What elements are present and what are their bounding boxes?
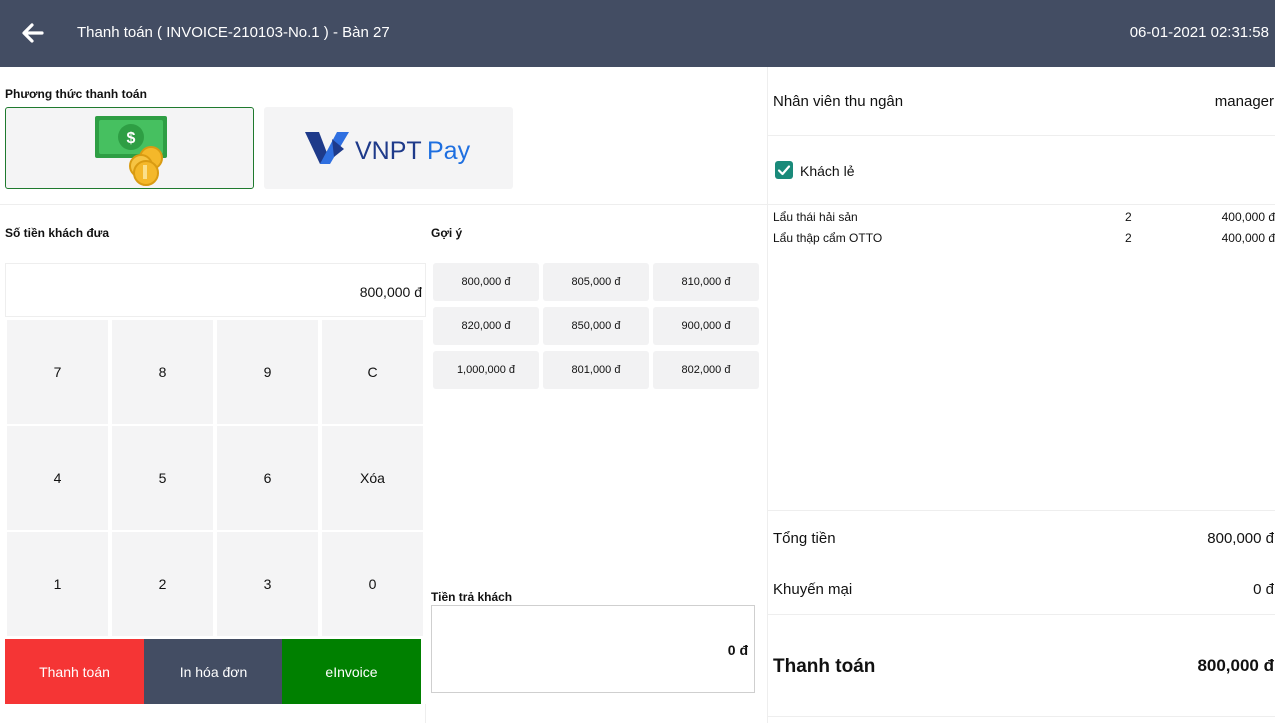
key-1[interactable]: 1: [7, 532, 108, 636]
divider: [0, 204, 767, 205]
cashier-value: manager: [1214, 93, 1274, 110]
suggestion-button[interactable]: 801,000 đ: [543, 351, 649, 389]
item-name: Lẩu thái hải sản: [773, 210, 858, 224]
amount-given-field[interactable]: 800,000 đ: [5, 263, 426, 317]
suggestion-button[interactable]: 802,000 đ: [653, 351, 759, 389]
item-qty: 2: [1125, 231, 1132, 245]
vnptpay-method-card[interactable]: VNPT Pay: [264, 107, 513, 189]
print-invoice-button[interactable]: In hóa đơn: [144, 639, 283, 704]
suggestion-button[interactable]: 800,000 đ: [433, 263, 539, 301]
suggestions-label: Gợi ý: [431, 226, 463, 240]
check-icon: [777, 165, 791, 176]
total-value: 800,000 đ: [1207, 530, 1274, 547]
divider: [425, 704, 426, 723]
suggestion-button[interactable]: 820,000 đ: [433, 307, 539, 345]
payment-panel: Phương thức thanh toán $ VNPT Pay Số tiề…: [0, 67, 767, 723]
key-7[interactable]: 7: [7, 320, 108, 424]
pay-button[interactable]: Thanh toán: [5, 639, 144, 704]
change-value: 0 đ: [727, 642, 748, 658]
list-item: Lẩu thập cẩm OTTO 2 400,000 đ: [773, 231, 1275, 249]
list-item: Lẩu thái hải sản 2 400,000 đ: [773, 210, 1275, 228]
suggestion-button[interactable]: 900,000 đ: [653, 307, 759, 345]
cashier-label: Nhân viên thu ngân: [773, 93, 904, 110]
item-name: Lẩu thập cẩm OTTO: [773, 231, 883, 245]
divider: [768, 614, 1275, 615]
walkin-customer-label: Khách lẻ: [800, 163, 855, 179]
vnptpay-logo-icon: VNPT Pay: [305, 132, 471, 165]
datetime-display: 06-01-2021 02:31:58: [1129, 24, 1269, 41]
key-9[interactable]: 9: [217, 320, 318, 424]
arrow-left-icon: [22, 23, 44, 43]
key-clear[interactable]: C: [322, 320, 423, 424]
amount-given-label: Số tiền khách đưa: [5, 226, 110, 240]
einvoice-button[interactable]: eInvoice: [282, 639, 421, 704]
item-price: 400,000 đ: [1221, 231, 1275, 245]
key-8[interactable]: 8: [112, 320, 213, 424]
order-summary-panel: Nhân viên thu ngân manager Khách lẻ Lẩu …: [767, 67, 1275, 723]
suggestion-button[interactable]: 850,000 đ: [543, 307, 649, 345]
discount-label: Khuyến mại: [773, 581, 853, 598]
key-3[interactable]: 3: [217, 532, 318, 636]
key-0[interactable]: 0: [322, 532, 423, 636]
discount-value: 0 đ: [1253, 581, 1274, 598]
key-5[interactable]: 5: [112, 426, 213, 530]
svg-text:$: $: [127, 130, 136, 147]
suggestion-button[interactable]: 805,000 đ: [543, 263, 649, 301]
item-qty: 2: [1125, 210, 1132, 224]
page-title: Thanh toán ( INVOICE-210103-No.1 ) - Bàn…: [77, 24, 390, 41]
item-price: 400,000 đ: [1221, 210, 1275, 224]
key-delete[interactable]: Xóa: [322, 426, 423, 530]
cash-money-icon: $: [95, 116, 167, 186]
payment-method-label: Phương thức thanh toán: [5, 87, 147, 101]
header-bar: Thanh toán ( INVOICE-210103-No.1 ) - Bàn…: [0, 0, 1275, 67]
cash-method-card[interactable]: $: [5, 107, 254, 189]
divider: [768, 510, 1275, 511]
pay-logo-text: Pay: [427, 137, 471, 165]
suggestion-button[interactable]: 810,000 đ: [653, 263, 759, 301]
grand-total-label: Thanh toán: [773, 656, 876, 677]
divider: [768, 716, 1275, 717]
key-2[interactable]: 2: [112, 532, 213, 636]
suggestion-button[interactable]: 1,000,000 đ: [433, 351, 539, 389]
change-label: Tiền trả khách: [431, 590, 513, 604]
total-label: Tổng tiền: [773, 530, 836, 547]
amount-given-value: 800,000 đ: [359, 284, 422, 300]
key-6[interactable]: 6: [217, 426, 318, 530]
change-field: 0 đ: [431, 605, 755, 693]
grand-total-value: 800,000 đ: [1197, 656, 1274, 675]
divider: [768, 135, 1275, 136]
divider: [768, 204, 1275, 205]
vnpt-logo-text: VNPT: [355, 137, 422, 165]
key-4[interactable]: 4: [7, 426, 108, 530]
walkin-customer-checkbox[interactable]: [775, 161, 793, 179]
back-button[interactable]: [18, 18, 48, 48]
